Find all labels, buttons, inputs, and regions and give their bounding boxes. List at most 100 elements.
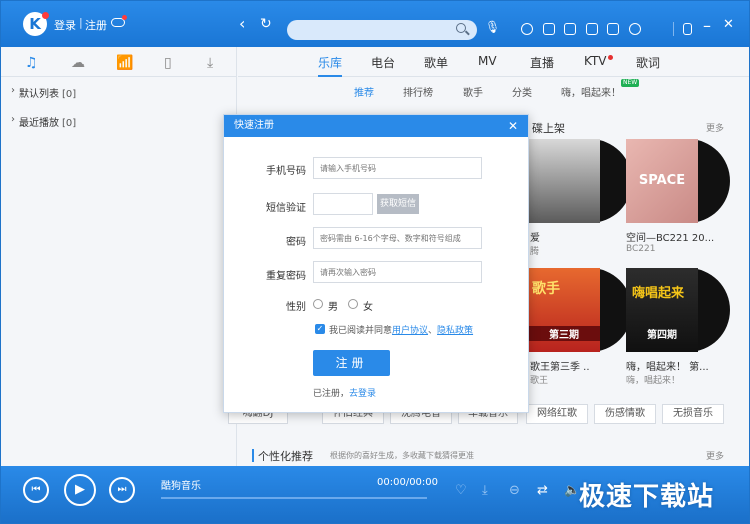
sidebar-item-count: [0]	[62, 89, 77, 100]
register-dialog: 快速注册 ✕ 手机号码 短信验证 获取短信 密码 重复密码 性别 男 女 ✓ 我…	[223, 114, 529, 413]
search-input[interactable]	[287, 20, 477, 40]
cover-episode: 第三期	[528, 326, 600, 341]
privacy-policy-link[interactable]: 隐私政策	[437, 326, 473, 336]
album-subtitle: 腾	[530, 247, 540, 257]
dialog-header: 快速注册 ✕	[224, 115, 528, 137]
female-radio[interactable]	[348, 299, 358, 309]
back-arrow-icon[interactable]: ‹	[239, 16, 245, 32]
login-link[interactable]: 登录	[54, 17, 76, 33]
cloud-list-icon[interactable]: ☁	[71, 55, 85, 71]
album-title[interactable]: 歌王第三季 ...	[530, 358, 590, 373]
user-agreement-link[interactable]: 用户协议	[392, 326, 428, 336]
music-note-icon[interactable]: ♫	[25, 55, 38, 71]
agree-text: 我已阅读并同意用户协议、隐私政策	[329, 323, 473, 336]
subtab-recommend[interactable]: 推荐	[354, 84, 374, 99]
gender-label: 性别	[286, 302, 306, 313]
password-input[interactable]	[313, 227, 482, 249]
tag-button[interactable]: 伤感情歌	[594, 404, 656, 424]
settings-gear-icon[interactable]	[629, 23, 641, 35]
main-tabs: 乐库 电台 歌单 MV 直播 KTV 歌词	[238, 47, 749, 77]
radar-icon[interactable]	[521, 23, 533, 35]
minimize-icon[interactable]: –	[703, 18, 711, 34]
radio-icon[interactable]: 📶	[116, 55, 133, 71]
male-label[interactable]: 男	[328, 298, 338, 313]
tab-library[interactable]: 乐库	[318, 54, 343, 77]
repeat-password-input[interactable]	[313, 261, 482, 283]
search-icon[interactable]	[456, 23, 466, 33]
tab-mv[interactable]: MV	[478, 54, 497, 68]
subtab-sing[interactable]: 嗨，唱起来！	[561, 84, 621, 99]
sidebar-item-recent[interactable]: 最近播放 [0]	[19, 114, 76, 129]
register-link[interactable]: 注册	[85, 17, 107, 33]
cover-title: 歌手	[532, 281, 560, 297]
subtab-categories[interactable]: 分类	[512, 84, 532, 99]
subtab-singers[interactable]: 歌手	[463, 84, 483, 99]
more-link[interactable]: 更多	[706, 449, 724, 462]
album-card[interactable]: 嗨唱起来 第四期	[626, 268, 730, 352]
tab-live[interactable]: 直播	[530, 54, 554, 71]
microphone-icon[interactable]: 🎙	[485, 19, 500, 35]
register-button[interactable]: 注册	[313, 350, 390, 376]
tab-radio[interactable]: 电台	[371, 54, 395, 71]
play-icon[interactable]: ▶	[64, 474, 96, 506]
subtab-charts[interactable]: 排行榜	[403, 84, 433, 99]
download-icon[interactable]: ⤓	[482, 483, 488, 498]
tag-button[interactable]: 无损音乐	[662, 404, 724, 424]
top-bar: K 登录 | 注册 ‹ ↻ 🎙 – ✕	[1, 1, 749, 47]
sms-code-input[interactable]	[313, 193, 373, 215]
sms-label: 短信验证	[266, 203, 306, 214]
previous-track-icon[interactable]: ⏮	[23, 477, 49, 503]
game-icon[interactable]	[564, 23, 576, 35]
download-icon[interactable]: ⤓	[207, 55, 213, 71]
next-track-icon[interactable]: ⏭	[109, 477, 135, 503]
theme-icon[interactable]	[607, 23, 619, 35]
heart-icon[interactable]: ♡	[455, 483, 467, 498]
repeat-password-label: 重复密码	[266, 271, 306, 282]
sidebar-item-label: 默认列表	[19, 89, 59, 100]
progress-bar[interactable]	[161, 497, 427, 499]
song-title: 酷狗音乐	[161, 481, 201, 492]
album-subtitle: BC221	[626, 244, 656, 254]
cover-title: 嗨唱起来	[632, 286, 685, 301]
more-options-icon[interactable]: ⊖	[509, 483, 520, 498]
female-label[interactable]: 女	[363, 298, 373, 313]
mini-mode-icon[interactable]	[683, 23, 692, 35]
agree-separator: 、	[428, 326, 438, 336]
phone-input[interactable]	[313, 157, 482, 179]
sidebar-tabs: ♫ ☁ 📶 ▯ ⤓	[1, 47, 236, 77]
album-card[interactable]	[528, 139, 632, 223]
album-cover-space: SPACE	[626, 139, 698, 223]
refresh-icon[interactable]: ↻	[260, 16, 272, 32]
album-card[interactable]: 歌手 第三期	[528, 268, 632, 352]
album-cover-ep3: 歌手 第三期	[528, 268, 600, 352]
close-icon[interactable]: ✕	[508, 115, 518, 137]
toolbar-divider	[673, 22, 674, 36]
album-title[interactable]: 嗨，唱起来！ 第...	[626, 358, 718, 373]
tab-playlist[interactable]: 歌单	[424, 54, 448, 71]
volume-icon[interactable]: 🔈	[564, 483, 580, 498]
male-radio[interactable]	[313, 299, 323, 309]
get-sms-code-button[interactable]: 获取短信	[377, 194, 419, 214]
sidebar-item-label: 最近播放	[19, 118, 59, 129]
go-login-link[interactable]: 去登录	[349, 389, 376, 399]
album-title[interactable]: 空间—BC221 20...	[626, 229, 718, 244]
album-subtitle: 歌王	[530, 376, 549, 386]
skin-icon[interactable]	[543, 23, 555, 35]
album-title[interactable]: 爱	[530, 229, 590, 244]
more-link[interactable]: 更多	[706, 121, 724, 134]
album-card[interactable]: SPACE	[626, 139, 730, 223]
agree-checkbox[interactable]: ✓	[315, 324, 325, 334]
tag-button[interactable]: 网络红歌	[526, 404, 588, 424]
already-registered: 已注册，去登录	[313, 386, 376, 399]
message-icon[interactable]	[586, 23, 598, 35]
tab-lyrics[interactable]: 歌词	[636, 54, 660, 71]
loop-icon[interactable]: ⇄	[537, 483, 548, 498]
dialog-title: 快速注册	[234, 120, 274, 131]
play-time: 00:00/00:00	[377, 477, 439, 488]
watermark-text: 极速下载站	[579, 482, 715, 512]
sidebar-item-default-list[interactable]: 默认列表 [0]	[19, 85, 76, 100]
album-cover-ep4: 嗨唱起来 第四期	[626, 268, 698, 352]
phone-icon[interactable]: ▯	[164, 55, 172, 71]
tab-ktv[interactable]: KTV	[584, 54, 606, 68]
close-icon[interactable]: ✕	[723, 17, 734, 33]
